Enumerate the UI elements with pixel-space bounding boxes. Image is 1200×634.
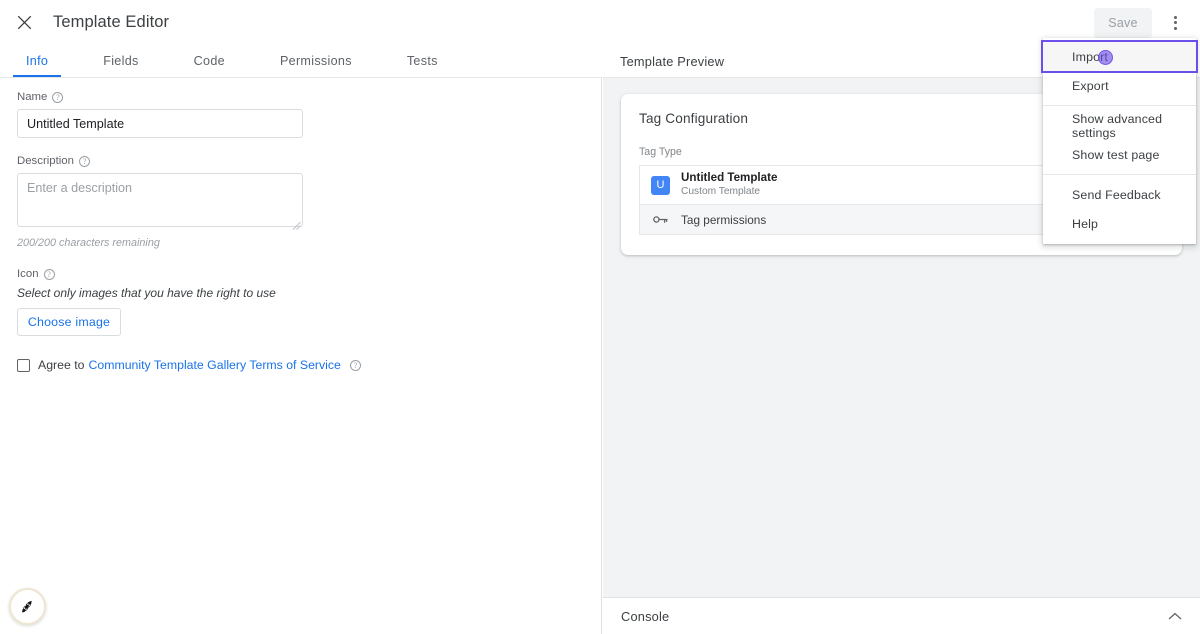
assistant-icon[interactable] — [9, 588, 46, 625]
description-textarea-wrap — [17, 173, 303, 232]
tag-permissions-label: Tag permissions — [681, 212, 767, 227]
tag-name: Untitled Template — [681, 171, 778, 185]
console-bar[interactable]: Console — [603, 597, 1200, 634]
menu-item-label: Send Feedback — [1072, 187, 1161, 202]
key-icon — [651, 214, 670, 225]
help-circle-icon[interactable]: ? — [78, 155, 90, 167]
agree-terms-row: Agree to Community Template Gallery Term… — [17, 358, 584, 372]
menu-item-show-advanced-settings[interactable]: Show advanced settings — [1043, 111, 1196, 140]
more-vert-icon[interactable] — [1160, 8, 1190, 38]
tag-subtitle: Custom Template — [681, 185, 761, 197]
tab-fields[interactable]: Fields — [99, 45, 142, 77]
icon-label-row: Icon ? — [17, 268, 584, 280]
menu-item-label: Show advanced settings — [1072, 111, 1163, 140]
name-input[interactable] — [17, 109, 303, 138]
menu-divider — [1043, 105, 1196, 106]
save-button[interactable]: Save — [1094, 7, 1152, 38]
description-label-row: Description ? — [17, 155, 584, 167]
kebab-dot — [1173, 15, 1177, 19]
close-icon[interactable] — [11, 10, 37, 36]
description-field-group: Description ? 200/200 characters remaini… — [17, 155, 584, 249]
preview-title: Template Preview — [620, 53, 725, 69]
tag-name-block: Untitled Template Custom Template — [681, 171, 777, 198]
terms-of-service-link[interactable]: Community Template Gallery Terms of Serv… — [89, 358, 341, 372]
icon-label: Icon — [17, 268, 39, 280]
kebab-dot — [1173, 26, 1177, 30]
menu-item-label: Help — [1072, 216, 1099, 231]
description-label: Description — [17, 155, 74, 167]
page-title: Template Editor — [53, 13, 170, 31]
menu-bottom-padding — [1043, 238, 1196, 244]
tab-permissions[interactable]: Permissions — [276, 45, 356, 77]
menu-item-label: Export — [1072, 78, 1109, 93]
icon-field-group: Icon ? Select only images that you have … — [17, 268, 584, 336]
tab-bar: Info Fields Code Permissions Tests — [0, 45, 602, 78]
menu-item-help[interactable]: Help — [1043, 209, 1196, 238]
help-circle-icon[interactable]: ? — [43, 268, 55, 280]
menu-item-label: Import — [1072, 49, 1109, 64]
menu-item-import[interactable]: Import — [1041, 40, 1198, 73]
menu-item-send-feedback[interactable]: Send Feedback — [1043, 180, 1196, 209]
menu-item-label: Show test page — [1072, 147, 1160, 162]
menu-divider — [1043, 174, 1196, 175]
help-circle-icon[interactable]: ? — [349, 359, 361, 371]
tab-tests[interactable]: Tests — [403, 45, 442, 77]
menu-item-export[interactable]: Export — [1043, 71, 1196, 100]
agree-checkbox[interactable] — [17, 358, 30, 372]
template-editor-window: Template Editor Save Info Fields Code Pe… — [0, 0, 1200, 634]
console-label: Console — [621, 608, 670, 624]
info-form-panel: Name ? Description ? 200/200 characters … — [0, 78, 602, 634]
top-bar: Template Editor Save — [0, 0, 1200, 45]
kebab-dot — [1173, 21, 1177, 24]
character-counter: 200/200 characters remaining — [17, 237, 160, 249]
name-field-group: Name ? — [17, 91, 584, 138]
name-label: Name — [17, 91, 48, 103]
description-input[interactable] — [17, 173, 303, 227]
help-circle-icon[interactable]: ? — [52, 91, 64, 103]
tab-code[interactable]: Code — [190, 45, 229, 77]
name-label-row: Name ? — [17, 91, 584, 103]
overflow-menu: Import Export Show advanced settings Sho… — [1041, 38, 1198, 244]
template-badge: U — [651, 175, 670, 195]
choose-image-button[interactable]: Choose image — [17, 308, 121, 336]
menu-item-show-test-page[interactable]: Show test page — [1043, 140, 1196, 169]
agree-prefix: Agree to — [38, 358, 85, 372]
chevron-up-icon[interactable] — [1168, 612, 1182, 621]
icon-note: Select only images that you have the rig… — [17, 286, 276, 300]
tab-info[interactable]: Info — [12, 45, 62, 77]
